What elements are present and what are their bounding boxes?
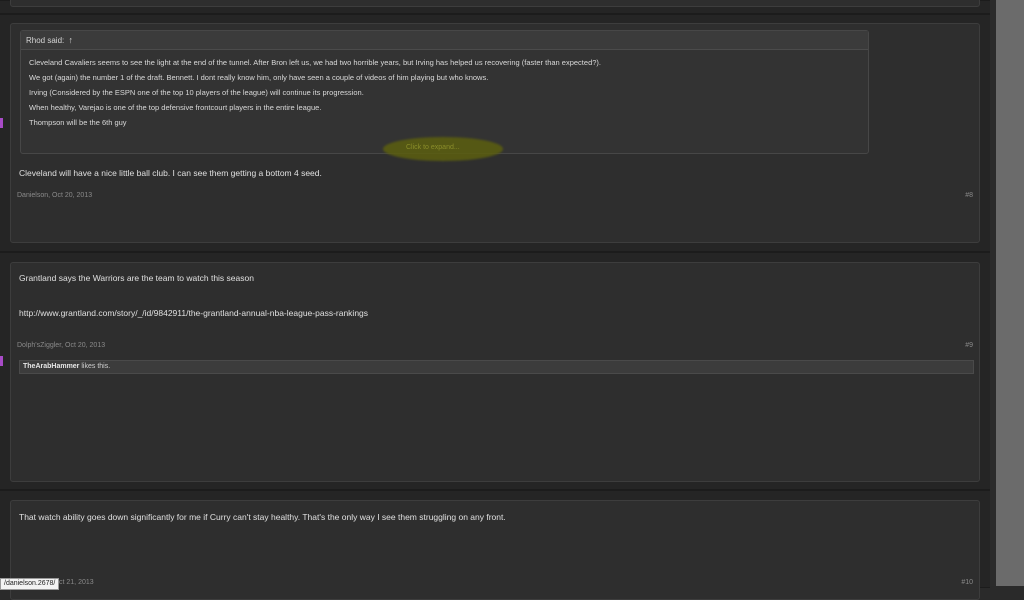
previous-post-remnant [0,0,990,14]
expand-quote-link[interactable]: Click to expand... [406,144,460,151]
quote-author[interactable]: Rhod said: [26,36,64,45]
post-meta[interactable]: Dolph'sZiggler, Oct 20, 2013 [17,342,105,349]
post-10: That watch ability goes down significant… [0,490,990,600]
status-bar-url: /danielson.2678/ [0,578,60,590]
post-9: Grantland says the Warriors are the team… [0,252,990,490]
quote-header: Rhod said: ↑ [21,31,868,50]
quote-line: Cleveland Cavaliers seems to see the lig… [29,58,601,67]
quote-arrow-icon[interactable]: ↑ [68,35,73,45]
post-marker [0,118,3,128]
post-link[interactable]: http://www.grantland.com/story/_/id/9842… [19,308,368,318]
post-body: Grantland says the Warriors are the team… [19,273,254,283]
quote-line: When healthy, Varejao is one of the top … [29,103,322,112]
quote-line: We got (again) the number 1 of the draft… [29,73,489,82]
post-8-card: Rhod said: ↑ Cleveland Cavaliers seems t… [10,23,980,243]
post-body: Cleveland will have a nice little ball c… [19,168,322,178]
post-meta[interactable]: ct 21, 2013 [59,579,94,586]
likes-summary: TheArabHammer likes this. [19,360,974,374]
quote-line: Thompson will be the 6th guy [29,118,127,127]
likes-suffix: likes this. [79,363,111,370]
post-8: Rhod said: ↑ Cleveland Cavaliers seems t… [0,14,990,252]
previous-post-card [10,0,980,7]
post-number[interactable]: #9 [965,342,973,349]
post-body: That watch ability goes down significant… [19,512,506,522]
post-10-card: That watch ability goes down significant… [10,500,980,600]
quote-box: Rhod said: ↑ Cleveland Cavaliers seems t… [20,30,869,161]
post-number[interactable]: #8 [965,192,973,199]
post-meta[interactable]: Danielson, Oct 20, 2013 [17,192,92,199]
post-number[interactable]: #10 [961,579,973,586]
quote-line: Irving (Considered by the ESPN one of th… [29,88,364,97]
scrollbar-track[interactable] [996,0,1024,586]
post-9-card: Grantland says the Warriors are the team… [10,262,980,482]
likes-user-link[interactable]: TheArabHammer [23,363,79,370]
post-marker [0,356,3,366]
